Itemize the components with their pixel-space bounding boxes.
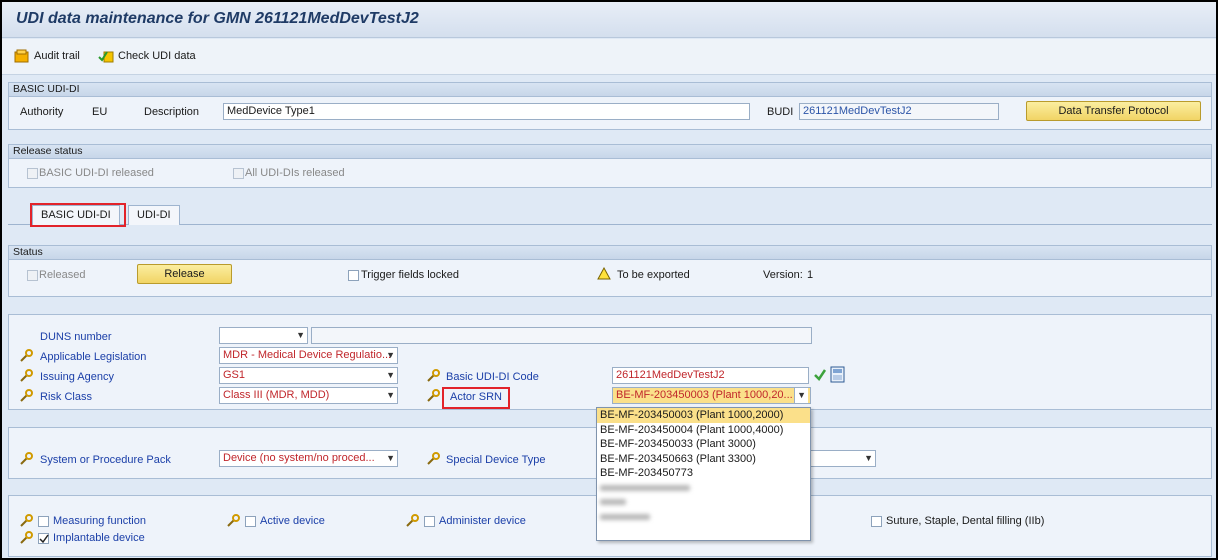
budi-field[interactable]: 261121MedDevTestJ2 <box>799 103 999 120</box>
suture-checkbox[interactable] <box>871 516 882 527</box>
administer-label: Administer device <box>439 515 526 527</box>
actor-srn-select[interactable]: BE-MF-203450003 (Plant 1000,20... ▼ <box>612 387 811 404</box>
basic-released-label: BASIC UDI-DI released <box>39 167 154 179</box>
field-help-icon <box>227 514 240 527</box>
basic-code-field[interactable]: 261121MedDevTestJ2 <box>612 367 809 384</box>
all-released-label: All UDI-DIs released <box>245 167 345 179</box>
check-udi-button[interactable]: Check UDI data <box>98 49 196 63</box>
risk-class-select[interactable]: Class III (MDR, MDD) ▼ <box>219 387 398 404</box>
released-checkbox[interactable] <box>27 270 38 281</box>
chevron-down-icon: ▼ <box>386 350 395 360</box>
tab-udi-di[interactable]: UDI-DI <box>128 205 180 225</box>
export-status: To be exported <box>617 269 690 281</box>
basic-code-label: Basic UDI-DI Code <box>446 371 539 383</box>
system-pack-label: System or Procedure Pack <box>40 454 171 466</box>
chevron-down-icon: ▼ <box>386 370 395 380</box>
dropdown-option-redacted[interactable] <box>597 510 810 525</box>
actor-srn-value: BE-MF-203450003 (Plant 1000,20... <box>616 389 793 401</box>
dropdown-option[interactable]: BE-MF-203450004 (Plant 1000,4000) <box>597 423 810 438</box>
tab-strip-line <box>8 224 1212 225</box>
data-transfer-protocol-button[interactable]: Data Transfer Protocol <box>1026 101 1201 121</box>
agency-value: GS1 <box>223 369 246 381</box>
version-label: Version: <box>763 269 803 281</box>
release-button[interactable]: Release <box>137 264 232 284</box>
active-device-checkbox[interactable] <box>245 516 256 527</box>
field-help-icon <box>20 369 33 382</box>
warning-icon <box>597 267 611 280</box>
chevron-down-icon: ▼ <box>296 330 305 340</box>
dropdown-option-redacted[interactable] <box>597 495 810 510</box>
legislation-value: MDR - Medical Device Regulatio... <box>223 349 392 361</box>
field-help-icon <box>20 531 33 544</box>
release-status-panel: Release status <box>8 144 1212 188</box>
field-help-icon <box>20 514 33 527</box>
risk-class-label: Risk Class <box>40 391 92 403</box>
actor-srn-dropdown[interactable]: BE-MF-203450003 (Plant 1000,2000) BE-MF-… <box>596 407 811 541</box>
legislation-label: Applicable Legislation <box>40 351 147 363</box>
field-help-icon <box>406 514 419 527</box>
audit-trail-icon <box>14 49 29 63</box>
description-field[interactable]: MedDevice Type1 <box>223 103 750 120</box>
basic-udi-header: BASIC UDI-DI <box>9 83 1211 97</box>
agency-label: Issuing Agency <box>40 371 114 383</box>
audit-trail-button[interactable]: Audit trail <box>14 49 80 63</box>
duns-label: DUNS number <box>40 331 112 343</box>
risk-class-value: Class III (MDR, MDD) <box>223 389 330 401</box>
check-icon <box>39 534 49 544</box>
released-label: Released <box>39 269 86 281</box>
dropdown-option-redacted[interactable] <box>597 481 810 496</box>
legislation-select[interactable]: MDR - Medical Device Regulatio... ▼ <box>219 347 398 364</box>
authority-value: EU <box>92 106 108 118</box>
field-help-icon <box>20 389 33 402</box>
authority-label: Authority <box>20 106 64 118</box>
implantable-checkbox[interactable] <box>38 533 49 544</box>
audit-trail-label: Audit trail <box>34 50 80 62</box>
system-pack-select[interactable]: Device (no system/no proced... ▼ <box>219 450 398 467</box>
special-device-label: Special Device Type <box>446 454 546 466</box>
window-title: UDI data maintenance for GMN 261121MedDe… <box>16 10 419 27</box>
basic-released-checkbox[interactable] <box>27 168 38 179</box>
administer-checkbox[interactable] <box>424 516 435 527</box>
field-help-icon <box>427 389 440 402</box>
agency-select[interactable]: GS1 ▼ <box>219 367 398 384</box>
field-help-icon <box>20 452 33 465</box>
dropdown-option[interactable]: BE-MF-203450003 (Plant 1000,2000) <box>597 408 810 423</box>
version-value: 1 <box>807 269 814 281</box>
checkmark-icon <box>814 369 827 381</box>
title-bar: UDI data maintenance for GMN 261121MedDe… <box>2 2 1216 38</box>
calculator-icon[interactable] <box>830 366 845 383</box>
measuring-label: Measuring function <box>53 515 146 527</box>
active-device-label: Active device <box>260 515 325 527</box>
chevron-down-icon: ▼ <box>386 390 395 400</box>
release-status-header: Release status <box>9 145 1211 159</box>
suture-label: Suture, Staple, Dental filling (IIb) <box>886 515 1045 527</box>
highlight-actor-srn <box>442 387 510 409</box>
duns-description-field <box>311 327 812 344</box>
implantable-label: Implantable device <box>53 532 145 544</box>
field-help-icon <box>427 369 440 382</box>
check-udi-label: Check UDI data <box>118 50 196 62</box>
dropdown-option[interactable]: BE-MF-203450663 (Plant 3300) <box>597 452 810 467</box>
description-label: Description <box>144 106 200 118</box>
trigger-locked-label: Trigger fields locked <box>361 269 460 281</box>
measuring-checkbox[interactable] <box>38 516 49 527</box>
highlight-basic-tab <box>30 203 126 227</box>
status-header: Status <box>9 246 1211 260</box>
chevron-down-icon: ▼ <box>794 388 808 403</box>
all-released-checkbox[interactable] <box>233 168 244 179</box>
trigger-locked-checkbox[interactable] <box>348 270 359 281</box>
check-udi-icon <box>98 51 114 63</box>
field-help-icon <box>20 349 33 362</box>
chevron-down-icon: ▼ <box>386 453 395 463</box>
dropdown-option[interactable]: BE-MF-203450773 <box>597 466 810 481</box>
system-pack-value: Device (no system/no proced... <box>223 452 375 464</box>
budi-label: BUDI <box>767 106 794 118</box>
toolbar: Audit trail Check UDI data <box>2 39 1216 75</box>
chevron-down-icon: ▼ <box>864 453 873 463</box>
dropdown-option[interactable]: BE-MF-203450033 (Plant 3000) <box>597 437 810 452</box>
field-help-icon <box>427 452 440 465</box>
duns-select[interactable]: ▼ <box>219 327 308 344</box>
